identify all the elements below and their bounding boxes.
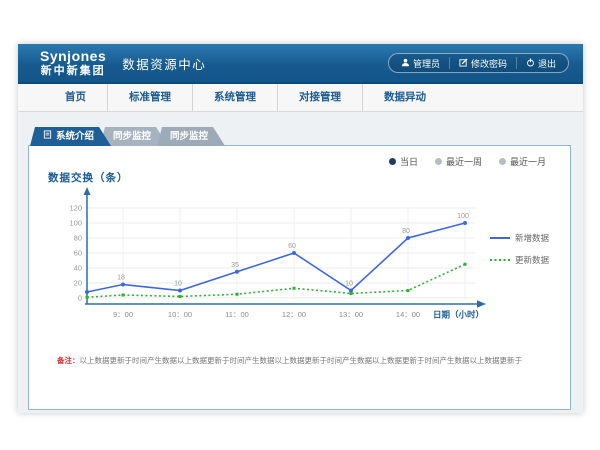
page-title: 数据资源中心 [122, 54, 206, 73]
tab-2[interactable]: 同步监控 [157, 127, 225, 146]
svg-text:10: 10 [174, 281, 182, 288]
tab-label: 同步监控 [170, 127, 208, 146]
user-menu-label: 管理员 [413, 57, 440, 70]
main-nav: 首页标准管理系统管理对接管理数据异动 [18, 84, 583, 112]
range-option-label: 最近一月 [510, 155, 546, 168]
svg-text:60: 60 [288, 243, 296, 250]
legend-label: 新增数据 [515, 232, 549, 244]
legend-line-sample [490, 255, 510, 265]
nav-item-4[interactable]: 数据异动 [362, 84, 447, 111]
app-window: Synjones 新中新集团 数据资源中心 管理员修改密码退出 首页标准管理系统… [18, 44, 583, 413]
range-option-label: 当日 [400, 155, 418, 168]
svg-text:100: 100 [457, 213, 469, 220]
svg-text:80: 80 [402, 228, 410, 235]
legend-label: 更新数据 [515, 254, 549, 266]
tab-label: 系统介绍 [56, 127, 94, 146]
chart-legend: 新增数据更新数据 [490, 232, 549, 276]
tab-label: 同步监控 [113, 127, 151, 146]
nav-item-3[interactable]: 对接管理 [277, 84, 362, 111]
svg-text:20: 20 [74, 279, 82, 288]
user-menu-item-0[interactable]: 管理员 [392, 57, 449, 69]
tab-bar: 系统介绍同步监控同步监控 [30, 127, 225, 146]
range-option-2[interactable]: 最近一月 [499, 155, 546, 168]
range-option-1[interactable]: 最近一周 [435, 155, 482, 168]
radio-dot [435, 158, 442, 165]
svg-text:9：00: 9：00 [113, 310, 133, 319]
footnote-text: 以上数据更新于时间产生数据以上数据更新于时间产生数据以上数据更新于时间产生数据以… [80, 356, 523, 365]
nav-item-1[interactable]: 标准管理 [107, 84, 192, 111]
radio-dot [389, 158, 396, 165]
svg-text:0: 0 [78, 294, 82, 303]
logo-company-name: 新中新集团 [40, 65, 106, 77]
power-icon [526, 58, 535, 69]
logo-brand-text: Synjones [40, 49, 106, 64]
svg-text:60: 60 [74, 249, 82, 258]
user-menu-item-2[interactable]: 退出 [516, 57, 565, 69]
svg-text:11：00: 11：00 [225, 310, 249, 319]
nav-item-0[interactable]: 首页 [44, 84, 107, 111]
chart-y-axis-title: 数据交换（条） [48, 170, 129, 185]
user-menu: 管理员 修改密码 退出 [388, 53, 569, 73]
range-option-label: 最近一周 [446, 155, 482, 168]
legend-item-0[interactable]: 新增数据 [490, 232, 549, 244]
svg-text:14：00: 14：00 [396, 310, 420, 319]
tab-0[interactable]: 系统介绍 [30, 127, 111, 146]
doc-icon [43, 127, 52, 146]
svg-text:35: 35 [231, 262, 239, 269]
svg-text:80: 80 [74, 234, 82, 243]
footnote: 备注：以上数据更新于时间产生数据以上数据更新于时间产生数据以上数据更新于时间产生… [57, 355, 562, 366]
header-bar: Synjones 新中新集团 数据资源中心 管理员 修改密码 退出 [18, 44, 583, 84]
edit-icon [459, 58, 468, 69]
radio-dot [499, 158, 506, 165]
nav-item-2[interactable]: 系统管理 [192, 84, 277, 111]
svg-text:18: 18 [117, 275, 125, 282]
svg-text:12：00: 12：00 [282, 310, 306, 319]
svg-text:10: 10 [345, 281, 353, 288]
svg-text:日期（小时）: 日期（小时） [433, 310, 484, 320]
svg-text:13：00: 13：00 [339, 310, 363, 319]
footnote-label: 备注： [57, 356, 80, 365]
content-panel: 当日 最近一周 最近一月 数据交换（条） 0 20 40 60 80 100 120 9：00 10… [28, 145, 571, 410]
svg-text:120: 120 [69, 204, 82, 213]
user-icon [401, 58, 410, 69]
svg-text:40: 40 [74, 264, 82, 273]
user-menu-item-1[interactable]: 修改密码 [449, 57, 516, 69]
legend-line-sample [490, 233, 510, 243]
line-chart: 0 20 40 60 80 100 120 9：00 10：00 11：00 12：00 13：00 1… [47, 186, 507, 326]
company-logo: Synjones 新中新集团 [40, 49, 106, 76]
legend-item-1[interactable]: 更新数据 [490, 254, 549, 266]
time-range-options: 当日 最近一周 最近一月 [389, 155, 546, 168]
user-menu-label: 修改密码 [471, 57, 507, 70]
svg-text:10：00: 10：00 [168, 310, 192, 319]
svg-text:100: 100 [69, 219, 82, 228]
user-menu-label: 退出 [538, 57, 556, 70]
range-option-0[interactable]: 当日 [389, 155, 418, 168]
